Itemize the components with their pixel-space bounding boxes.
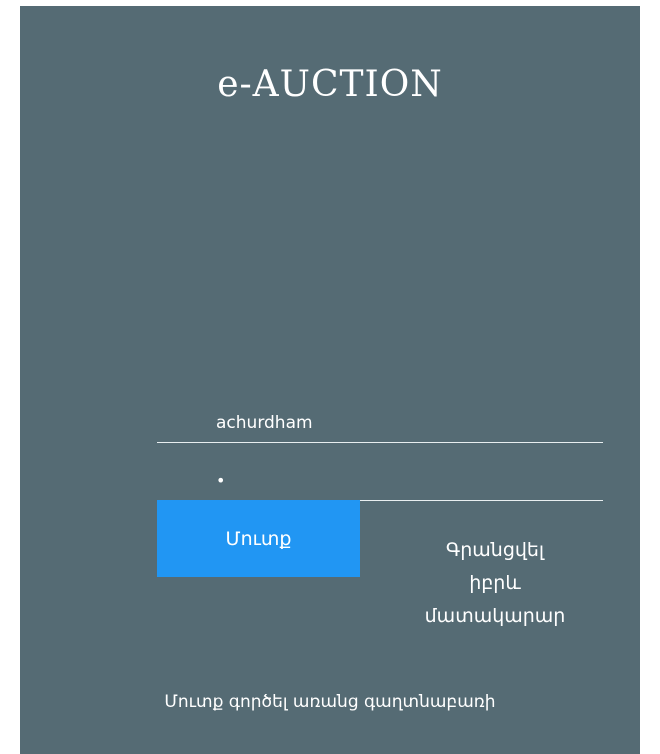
password-input[interactable]: [157, 461, 603, 500]
password-field[interactable]: [157, 461, 603, 501]
login-without-password-link[interactable]: Մուտք գործել առանց գաղտնաբառի: [20, 692, 640, 712]
register-as-supplier-link[interactable]: Գրանցվել իբրև մատակարար: [400, 534, 590, 633]
username-field[interactable]: [157, 403, 603, 443]
app-brand-title: e-AUCTION: [217, 64, 443, 105]
login-panel: e-AUCTION Մուտք Գրանցվել իբրև մատակարար …: [20, 6, 640, 754]
login-button[interactable]: Մուտք: [157, 500, 360, 577]
username-input[interactable]: [157, 403, 603, 442]
